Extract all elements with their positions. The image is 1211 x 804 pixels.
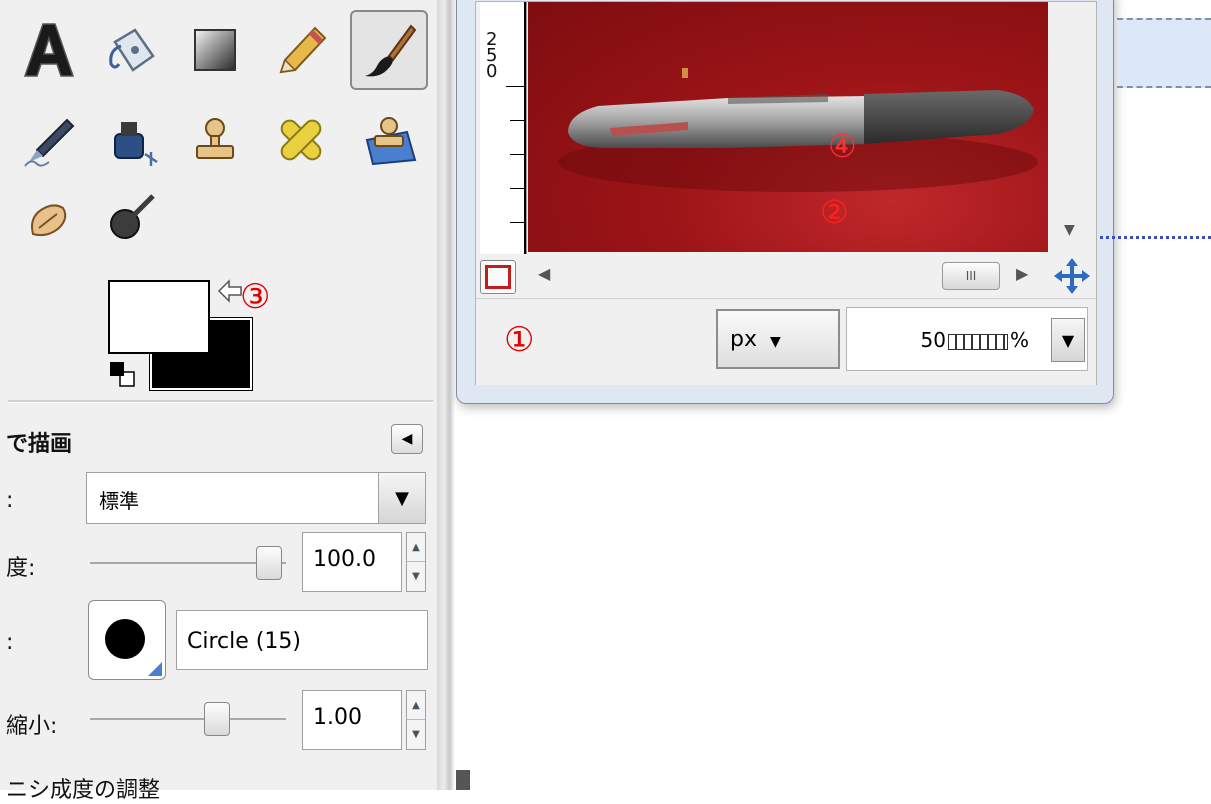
zoom-spin-glyph <box>947 333 1008 350</box>
quick-mask-button[interactable] <box>480 260 516 294</box>
opacity-input[interactable]: 100.0 <box>302 532 402 592</box>
clone-tool-button[interactable] <box>176 100 254 180</box>
next-section-label: ニシ成度の調整 <box>6 778 161 803</box>
panel-menu-button[interactable]: ◀ <box>391 424 423 454</box>
smudge-tool-button[interactable] <box>10 178 88 258</box>
chevron-down-icon[interactable]: ▼ <box>1051 318 1085 362</box>
vertical-scrollbar[interactable]: ▼ <box>1050 2 1094 254</box>
bucket-fill-tool-icon <box>109 28 155 72</box>
pencil-tool-icon <box>279 26 327 74</box>
smudge-tool-icon <box>31 204 67 237</box>
pen-photo <box>558 68 1038 192</box>
spin-up-icon[interactable]: ▲ <box>407 533 425 562</box>
ruler-tick <box>506 86 524 87</box>
horizontal-scrollbar[interactable]: ◀ III ▶ <box>476 254 1096 298</box>
chevron-down-icon[interactable]: ▼ <box>378 473 425 523</box>
scroll-left-icon[interactable]: ◀ <box>538 264 550 283</box>
scale-slider-handle[interactable] <box>204 702 230 736</box>
text-tool-button[interactable] <box>10 10 88 90</box>
ruler-tick <box>510 154 524 155</box>
ruler-label: 2 5 0 <box>486 29 498 82</box>
status-bar: ① px ▼ 50% ▼ <box>476 298 1096 385</box>
marker-canvas-lower: ② <box>820 193 849 231</box>
opacity-spin-buttons[interactable]: ▲ ▼ <box>406 532 426 592</box>
scale-label: 縮小: <box>6 714 58 739</box>
toolbox-divider <box>8 400 433 403</box>
perspective-clone-tool-icon <box>365 117 417 166</box>
mode-label: : <box>6 488 14 513</box>
scale-input[interactable]: 1.00 <box>302 690 402 750</box>
clone-tool-icon <box>196 118 234 159</box>
opacity-slider-handle[interactable] <box>256 546 282 580</box>
scroll-right-icon[interactable]: ▶ <box>1016 264 1028 283</box>
scale-slider-track[interactable] <box>90 718 286 720</box>
ink-tool-icon <box>114 122 158 166</box>
spin-up-icon[interactable]: ▲ <box>407 691 425 720</box>
pencil-tool-button[interactable] <box>262 10 340 90</box>
heal-tool-button[interactable] <box>262 100 340 180</box>
unit-value: px <box>730 327 757 352</box>
horizontal-scroll-thumb[interactable]: III <box>942 262 1000 290</box>
ruler-tick <box>510 120 524 121</box>
ruler-tick <box>510 188 524 189</box>
marker-canvas-upper: ④ <box>828 127 857 165</box>
quick-mask-icon <box>485 265 511 289</box>
guide-band <box>1117 18 1211 88</box>
brush-name-field: Circle (15) <box>176 610 428 670</box>
airbrush-tool-button[interactable] <box>10 100 88 180</box>
mode-select[interactable]: 標準 ▼ <box>86 472 426 524</box>
paintbrush-tool-icon <box>365 24 417 77</box>
perspective-clone-tool-button[interactable] <box>350 100 428 180</box>
opacity-label: 度: <box>6 556 36 581</box>
default-colors-icon[interactable] <box>108 360 138 388</box>
scale-spin-buttons[interactable]: ▲ ▼ <box>406 690 426 750</box>
spin-down-icon[interactable]: ▼ <box>407 720 425 749</box>
image-window: 2 5 0 ④ ② ▼ ◀ III ▶ ① px ▼ 50 % ▼ <box>456 0 1114 404</box>
ruler-tick <box>510 222 524 223</box>
chevron-down-icon: ▼ <box>769 334 781 350</box>
vertical-ruler[interactable]: 2 5 0 <box>480 2 527 254</box>
guide-line <box>1117 18 1211 20</box>
airbrush-tool-icon <box>24 118 75 167</box>
paintbrush-tool-button[interactable] <box>350 10 428 90</box>
tool-options-title: で描画 <box>6 432 73 457</box>
marker-status: ① <box>504 320 535 360</box>
bucket-fill-tool-button[interactable] <box>92 10 170 90</box>
foreground-color-swatch[interactable] <box>108 280 210 354</box>
mode-value: 標準 <box>99 489 139 513</box>
heal-tool-icon <box>280 119 322 161</box>
panel-border <box>437 0 455 790</box>
scroll-down-icon[interactable]: ▼ <box>1064 222 1075 238</box>
zoom-value: 50% <box>920 328 1029 352</box>
ink-tool-button[interactable] <box>92 100 170 180</box>
toolbox-panel: ③ で描画 ◀ : 標準 ▼ 度: 100.0 ▲ ▼ : Circle (15… <box>0 0 438 803</box>
text-tool-icon <box>23 23 75 77</box>
spin-down-icon[interactable]: ▼ <box>407 562 425 591</box>
circle-brush-icon <box>105 619 145 659</box>
image-canvas[interactable]: ④ ② <box>528 2 1048 252</box>
window-edge <box>456 770 470 790</box>
image-window-content: 2 5 0 ④ ② ▼ ◀ III ▶ ① px ▼ 50 % ▼ <box>475 1 1097 385</box>
blend-tool-button[interactable] <box>176 10 254 90</box>
guide-line-dotted <box>1100 236 1211 239</box>
navigate-icon[interactable] <box>1052 256 1092 296</box>
dodge-burn-tool-icon <box>110 194 155 239</box>
corner-triangle-icon <box>148 662 162 676</box>
zoom-input[interactable]: 50% ▼ <box>846 307 1088 371</box>
blend-tool-icon <box>194 29 236 71</box>
ruler-baseline <box>524 2 526 254</box>
triangle-left-icon: ◀ <box>401 431 413 447</box>
unit-select[interactable]: px ▼ <box>716 309 840 369</box>
brush-label: : <box>6 630 14 655</box>
brush-preview-button[interactable] <box>88 600 166 680</box>
dodge-burn-tool-button[interactable] <box>92 178 170 258</box>
guide-line <box>1117 86 1211 88</box>
marker-swap-colors: ③ <box>240 277 271 317</box>
